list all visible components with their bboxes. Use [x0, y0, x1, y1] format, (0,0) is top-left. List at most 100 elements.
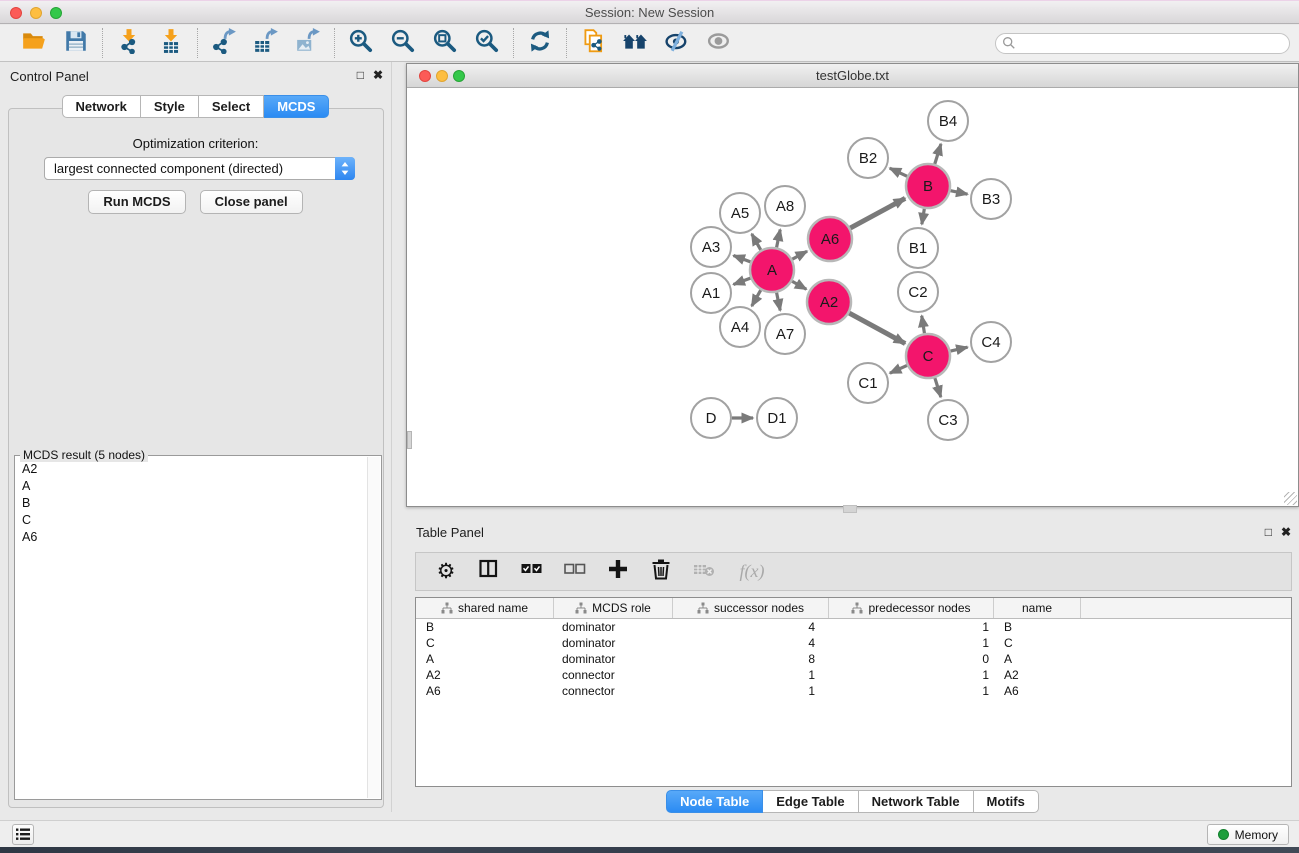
open-folder-button[interactable]	[19, 28, 49, 58]
edge-C-C4[interactable]	[950, 347, 967, 351]
node-B[interactable]: B	[906, 164, 950, 208]
edge-B-B2[interactable]	[890, 168, 907, 176]
edge-A-A5[interactable]	[752, 234, 761, 250]
show-graphics-details-button[interactable]	[704, 28, 734, 58]
result-item[interactable]: A6	[16, 528, 365, 545]
float-panel-icon[interactable]: □	[357, 68, 364, 82]
zoom-in-button[interactable]	[346, 28, 376, 58]
table-cell[interactable]: B	[994, 619, 1081, 635]
tab-motifs[interactable]: Motifs	[974, 790, 1039, 813]
result-item[interactable]: A	[16, 477, 365, 494]
delete-row-button[interactable]	[648, 559, 674, 585]
network-minimize-button[interactable]	[436, 70, 448, 82]
tab-style[interactable]: Style	[141, 95, 199, 118]
save-session-button[interactable]	[61, 28, 91, 58]
table-cell[interactable]: dominator	[554, 619, 673, 635]
result-item[interactable]: A2	[16, 460, 365, 477]
table-cell[interactable]: 1	[673, 667, 829, 683]
edge-A-A8[interactable]	[777, 230, 781, 248]
table-cell[interactable]: 8	[673, 651, 829, 667]
table-cell[interactable]: 0	[829, 651, 994, 667]
table-close-icon[interactable]: ✖	[1281, 525, 1291, 539]
table-cell[interactable]: A	[994, 651, 1081, 667]
edge-A-A2[interactable]	[792, 281, 806, 289]
add-row-button[interactable]	[605, 559, 631, 585]
edge-B-B1[interactable]	[922, 209, 925, 225]
table-cell[interactable]: C	[994, 635, 1081, 651]
node-A3[interactable]: A3	[691, 227, 731, 267]
table-cell[interactable]: 1	[673, 683, 829, 699]
columns-button[interactable]	[476, 559, 502, 585]
edge-A6-B[interactable]	[850, 198, 905, 228]
table-cell[interactable]: A2	[416, 667, 554, 683]
zoom-selected-button[interactable]	[472, 28, 502, 58]
table-cell[interactable]: B	[416, 619, 554, 635]
edge-A-A7[interactable]	[777, 293, 781, 311]
node-C[interactable]: C	[906, 334, 950, 378]
home-layout-button[interactable]	[620, 28, 650, 58]
node-C2[interactable]: C2	[898, 272, 938, 312]
column-header-predecessor-nodes[interactable]: predecessor nodes	[829, 598, 994, 618]
node-D1[interactable]: D1	[757, 398, 797, 438]
column-header-name[interactable]: name	[994, 598, 1081, 618]
table-cell[interactable]: A2	[994, 667, 1081, 683]
tab-edge-table[interactable]: Edge Table	[763, 790, 858, 813]
table-float-icon[interactable]: □	[1265, 525, 1272, 539]
table-cell[interactable]: 1	[829, 635, 994, 651]
result-scrollbar[interactable]	[367, 457, 380, 798]
node-C4[interactable]: C4	[971, 322, 1011, 362]
split-pane-handle[interactable]	[843, 505, 857, 513]
node-A1[interactable]: A1	[691, 273, 731, 313]
edge-C-C2[interactable]	[922, 316, 925, 334]
hide-graphics-details-button[interactable]	[662, 28, 692, 58]
export-table-button[interactable]	[251, 28, 281, 58]
table-cell[interactable]: connector	[554, 683, 673, 699]
zoom-fit-button[interactable]	[430, 28, 460, 58]
network-close-button[interactable]	[419, 70, 431, 82]
table-cell[interactable]: A	[416, 651, 554, 667]
tab-select[interactable]: Select	[199, 95, 264, 118]
tab-network-table[interactable]: Network Table	[859, 790, 974, 813]
export-network-button[interactable]	[209, 28, 239, 58]
close-panel-button[interactable]: Close panel	[200, 190, 303, 214]
column-header-shared-name[interactable]: shared name	[416, 598, 554, 618]
node-C1[interactable]: C1	[848, 363, 888, 403]
edge-A-A3[interactable]	[733, 255, 750, 261]
close-window-button[interactable]	[10, 7, 22, 19]
tab-network[interactable]: Network	[62, 95, 141, 118]
edge-A-A1[interactable]	[733, 278, 750, 284]
table-cell[interactable]: 1	[829, 619, 994, 635]
edge-C-C1[interactable]	[890, 365, 907, 373]
node-A[interactable]: A	[750, 248, 794, 292]
search-input[interactable]	[995, 33, 1290, 54]
table-cell[interactable]: 4	[673, 635, 829, 651]
table-cell[interactable]: connector	[554, 667, 673, 683]
table-cell[interactable]: A6	[416, 683, 554, 699]
table-cell[interactable]: A6	[994, 683, 1081, 699]
table-cell[interactable]: 1	[829, 683, 994, 699]
table-cell[interactable]: C	[416, 635, 554, 651]
node-A2[interactable]: A2	[807, 280, 851, 324]
task-history-button[interactable]	[12, 824, 34, 845]
edge-C-C3[interactable]	[935, 378, 941, 397]
optimization-criterion-dropdown[interactable]: largest connected component (directed)	[44, 157, 355, 180]
deselect-all-button[interactable]	[562, 559, 588, 585]
node-C3[interactable]: C3	[928, 400, 968, 440]
export-image-button[interactable]	[293, 28, 323, 58]
node-B4[interactable]: B4	[928, 101, 968, 141]
node-B1[interactable]: B1	[898, 228, 938, 268]
result-item[interactable]: C	[16, 511, 365, 528]
close-panel-icon[interactable]: ✖	[373, 68, 383, 82]
table-row[interactable]: Bdominator41B	[416, 619, 1291, 635]
mcds-result-list[interactable]: A2ABCA6	[16, 460, 365, 797]
gear-button[interactable]: ⚙	[433, 559, 459, 585]
node-A7[interactable]: A7	[765, 314, 805, 354]
network-window-titlebar[interactable]: testGlobe.txt	[407, 64, 1298, 88]
edge-A-A4[interactable]	[752, 290, 761, 306]
table-cell[interactable]: dominator	[554, 635, 673, 651]
import-network-button[interactable]	[114, 28, 144, 58]
tab-node-table[interactable]: Node Table	[666, 790, 763, 813]
network-canvas[interactable]: B4B2BB3A5A8A6B1A3AC2A1A2A4A7C4CC1C3DD1	[407, 88, 1298, 506]
table-row[interactable]: A6connector11A6	[416, 683, 1291, 699]
table-row[interactable]: Cdominator41C	[416, 635, 1291, 651]
